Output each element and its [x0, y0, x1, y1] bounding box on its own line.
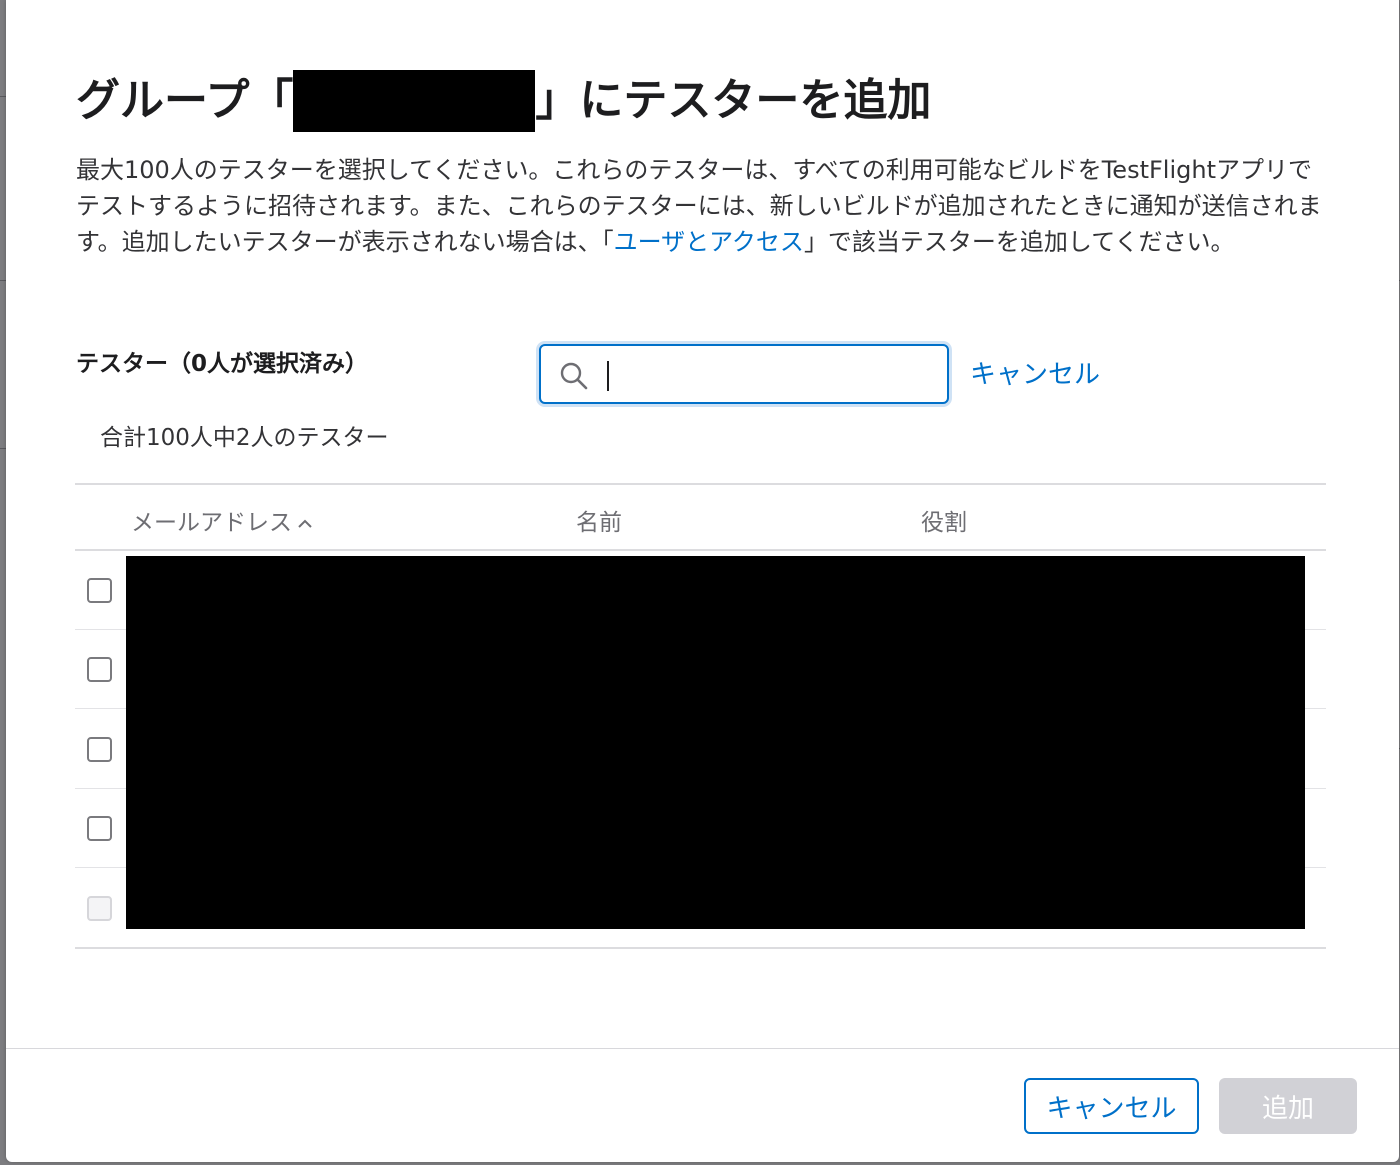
- text-caret: [607, 361, 609, 391]
- row-checkbox[interactable]: [87, 657, 112, 682]
- users-and-access-link[interactable]: ユーザとアクセス: [614, 228, 804, 256]
- chevron-up-icon: [298, 519, 312, 528]
- title-prefix: グループ「: [76, 75, 294, 126]
- row-checkbox[interactable]: [87, 578, 112, 603]
- dialog-description: 最大100人のテスターを選択してください。これらのテスターは、すべての利用可能な…: [76, 152, 1326, 260]
- redacted-group-name: [293, 70, 536, 132]
- table-bottom-border: [75, 947, 1326, 949]
- footer-divider: [6, 1048, 1399, 1049]
- search-cancel-link[interactable]: キャンセル: [970, 354, 1100, 391]
- row-checkbox-disabled: [87, 896, 112, 921]
- tester-count-text: 合計100人中2人のテスター: [100, 425, 389, 451]
- dialog-title: グループ「 」にテスターを追加: [76, 68, 931, 134]
- search-box[interactable]: [539, 344, 949, 404]
- search-icon: [560, 362, 588, 390]
- add-button: 追加: [1219, 1078, 1357, 1134]
- redacted-rows: [126, 556, 1305, 929]
- column-header-name[interactable]: 名前: [576, 503, 622, 537]
- row-checkbox[interactable]: [87, 816, 112, 841]
- row-checkbox[interactable]: [87, 737, 112, 762]
- cancel-button[interactable]: キャンセル: [1024, 1078, 1199, 1134]
- search-input[interactable]: [601, 354, 931, 394]
- column-header-role[interactable]: 役割: [921, 503, 967, 537]
- column-header-email-label: メールアドレス: [131, 510, 292, 536]
- column-header-email[interactable]: メールアドレス: [131, 503, 314, 537]
- table-top-border: [75, 483, 1326, 485]
- add-testers-dialog: グループ「 」にテスターを追加 最大100人のテスターを選択してください。これら…: [6, 0, 1399, 1162]
- title-suffix: 」にテスターを追加: [535, 75, 932, 126]
- description-text-end: 」で該当テスターを追加してください。: [803, 228, 1235, 256]
- testers-selected-label: テスター（0人が選択済み）: [76, 351, 369, 377]
